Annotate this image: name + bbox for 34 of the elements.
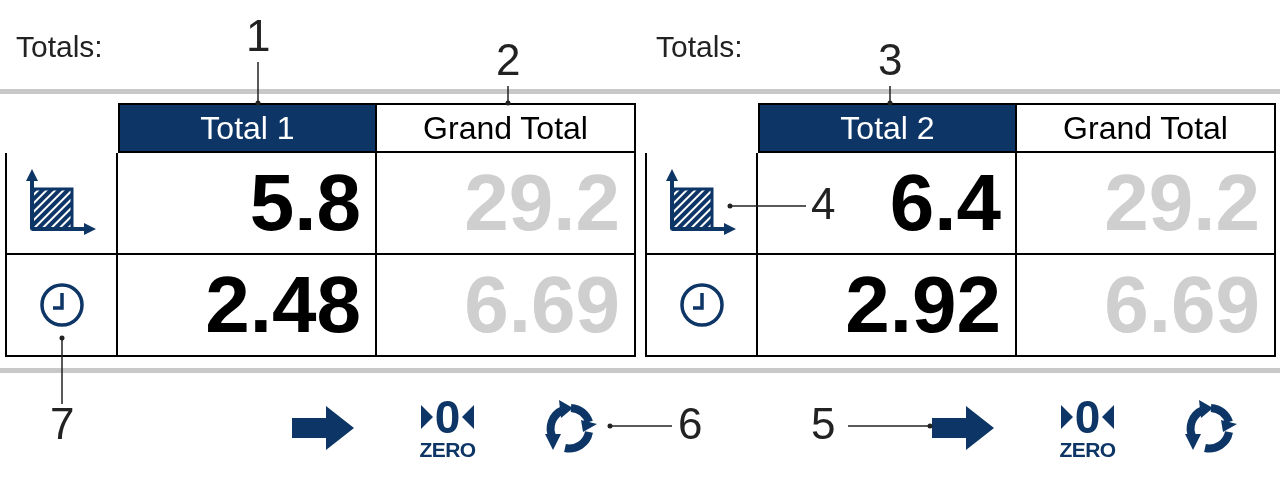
section-title: Totals: — [656, 30, 743, 63]
callout-number: 5 — [811, 402, 836, 446]
total-value: 2.48 — [205, 265, 361, 345]
zero-button[interactable]: 0 ZERO — [1045, 395, 1130, 461]
forward-button[interactable] — [290, 403, 355, 453]
triangle-icon — [1060, 405, 1073, 429]
callout-number: 7 — [50, 402, 75, 446]
triangle-icon — [462, 405, 475, 429]
callout-number: 3 — [878, 38, 903, 82]
total-value: 6.4 — [889, 163, 1001, 243]
total-value: 2.92 — [845, 265, 1001, 345]
leader-line — [59, 335, 65, 405]
leader-line — [505, 85, 511, 106]
column-tab[interactable]: Total 1 — [118, 103, 377, 153]
section-title: Totals: — [16, 30, 103, 63]
leader-line — [887, 85, 893, 106]
column-tab[interactable]: Grand Total — [1017, 103, 1276, 153]
callout-number: 6 — [678, 402, 703, 446]
column-tab[interactable]: Total 2 — [758, 103, 1017, 153]
forward-button[interactable] — [930, 403, 995, 453]
callout-number: 2 — [496, 38, 521, 82]
callout-number: 1 — [246, 14, 271, 58]
right-arrow-icon — [291, 406, 354, 450]
triangle-icon — [420, 405, 433, 429]
column-tab[interactable]: Grand Total — [377, 103, 636, 153]
leader-line — [255, 61, 261, 106]
right-arrow-icon — [931, 406, 994, 450]
callout-number: 4 — [811, 182, 836, 226]
zero-button[interactable]: 0 ZERO — [405, 395, 490, 461]
leader-line — [607, 423, 673, 429]
triangle-icon — [1102, 405, 1115, 429]
total-value: 5.8 — [249, 163, 361, 243]
clock-icon — [677, 281, 726, 329]
clock-icon — [37, 281, 86, 329]
